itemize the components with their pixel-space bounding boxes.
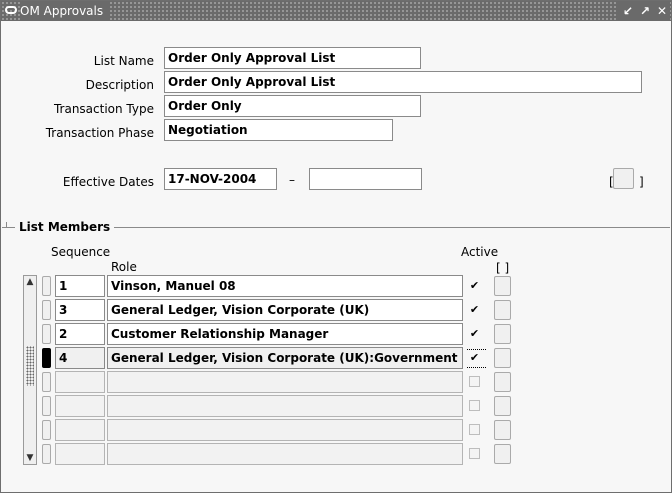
- role-cell[interactable]: General Ledger, Vision Corporate (UK):Go…: [107, 347, 463, 369]
- role-cell[interactable]: Vinson, Manuel 08: [107, 275, 463, 297]
- row-indicator-current[interactable]: [42, 348, 51, 368]
- active-checkbox[interactable]: ✔: [469, 304, 480, 315]
- sequence-cell[interactable]: [55, 443, 105, 465]
- list-members-title: List Members: [15, 220, 115, 234]
- active-checkbox[interactable]: ✔: [469, 280, 480, 291]
- scroll-down-icon[interactable]: ▼: [24, 452, 36, 464]
- list-scrollbar[interactable]: ▲ ▼: [23, 275, 37, 465]
- active-checkbox[interactable]: ✔: [469, 328, 480, 339]
- om-approvals-window: OM Approvals ↙ ↗ ✕ List Name Order Only …: [0, 0, 672, 493]
- sequence-cell[interactable]: [55, 395, 105, 417]
- focus-marker-bottom: [467, 367, 486, 368]
- row-dff-field[interactable]: [494, 348, 511, 368]
- sequence-column-header: Sequence: [51, 245, 111, 259]
- row-indicator[interactable]: [42, 276, 51, 296]
- list-name-label: List Name: [93, 54, 154, 68]
- window-title: OM Approvals: [20, 2, 110, 20]
- row-indicator[interactable]: [42, 372, 51, 392]
- effective-dates-label: Effective Dates: [62, 175, 154, 189]
- transaction-phase-label: Transaction Phase: [45, 126, 154, 140]
- role-cell[interactable]: [107, 371, 463, 393]
- row-dff-field[interactable]: [494, 420, 511, 440]
- sequence-cell[interactable]: [55, 371, 105, 393]
- row-indicator[interactable]: [42, 324, 51, 344]
- transaction-type-label: Transaction Type: [53, 102, 154, 116]
- row-dff-field[interactable]: [494, 372, 511, 392]
- row-dff-field[interactable]: [494, 300, 511, 320]
- scroll-thumb[interactable]: [26, 346, 34, 386]
- header-dff-field[interactable]: [613, 168, 634, 189]
- row-indicator[interactable]: [42, 420, 51, 440]
- effective-to-field[interactable]: [309, 168, 422, 190]
- description-field[interactable]: Order Only Approval List: [164, 71, 642, 93]
- active-checkbox[interactable]: [469, 424, 480, 435]
- active-checkbox[interactable]: [469, 400, 480, 411]
- scroll-up-icon[interactable]: ▲: [24, 276, 36, 288]
- role-cell[interactable]: General Ledger, Vision Corporate (UK): [107, 299, 463, 321]
- sequence-cell[interactable]: 3: [55, 299, 105, 321]
- row-indicator[interactable]: [42, 444, 51, 464]
- sequence-cell[interactable]: 4: [55, 347, 105, 369]
- minimize-icon[interactable]: ↙: [621, 4, 635, 18]
- focus-marker-top: [467, 349, 486, 350]
- transaction-phase-field[interactable]: Negotiation: [164, 119, 393, 141]
- titlebar[interactable]: OM Approvals ↙ ↗ ✕: [1, 1, 671, 21]
- row-dff-field[interactable]: [494, 444, 511, 464]
- active-column-header: Active: [461, 245, 499, 259]
- active-checkbox[interactable]: ✔: [469, 352, 480, 363]
- row-indicator[interactable]: [42, 396, 51, 416]
- effective-from-field[interactable]: 17-NOV-2004: [164, 168, 277, 190]
- oracle-oval-icon: [5, 6, 17, 14]
- row-dff-field[interactable]: [494, 396, 511, 416]
- row-indicator[interactable]: [42, 300, 51, 320]
- transaction-type-field[interactable]: Order Only: [164, 95, 421, 117]
- active-checkbox[interactable]: [469, 376, 480, 387]
- maximize-icon[interactable]: ↗: [638, 4, 652, 18]
- sequence-cell[interactable]: 2: [55, 323, 105, 345]
- titlebar-buttons: ↙ ↗ ✕: [617, 2, 669, 20]
- section-divider-tick: [6, 222, 7, 228]
- active-checkbox[interactable]: [469, 448, 480, 459]
- row-dff-field[interactable]: [494, 324, 511, 344]
- description-label: Description: [85, 78, 154, 92]
- close-icon[interactable]: ✕: [655, 4, 669, 18]
- role-cell[interactable]: [107, 395, 463, 417]
- list-name-field[interactable]: Order Only Approval List: [164, 47, 421, 69]
- sequence-cell[interactable]: 1: [55, 275, 105, 297]
- row-dff-field[interactable]: [494, 276, 511, 296]
- role-column-header: Role: [111, 260, 137, 274]
- role-cell[interactable]: Customer Relationship Manager: [107, 323, 463, 345]
- date-separator: –: [289, 173, 295, 187]
- dff-column-header: [ ]: [496, 261, 510, 275]
- role-cell[interactable]: [107, 443, 463, 465]
- sequence-cell[interactable]: [55, 419, 105, 441]
- dff-bracket-close: ]: [639, 175, 644, 189]
- role-cell[interactable]: [107, 419, 463, 441]
